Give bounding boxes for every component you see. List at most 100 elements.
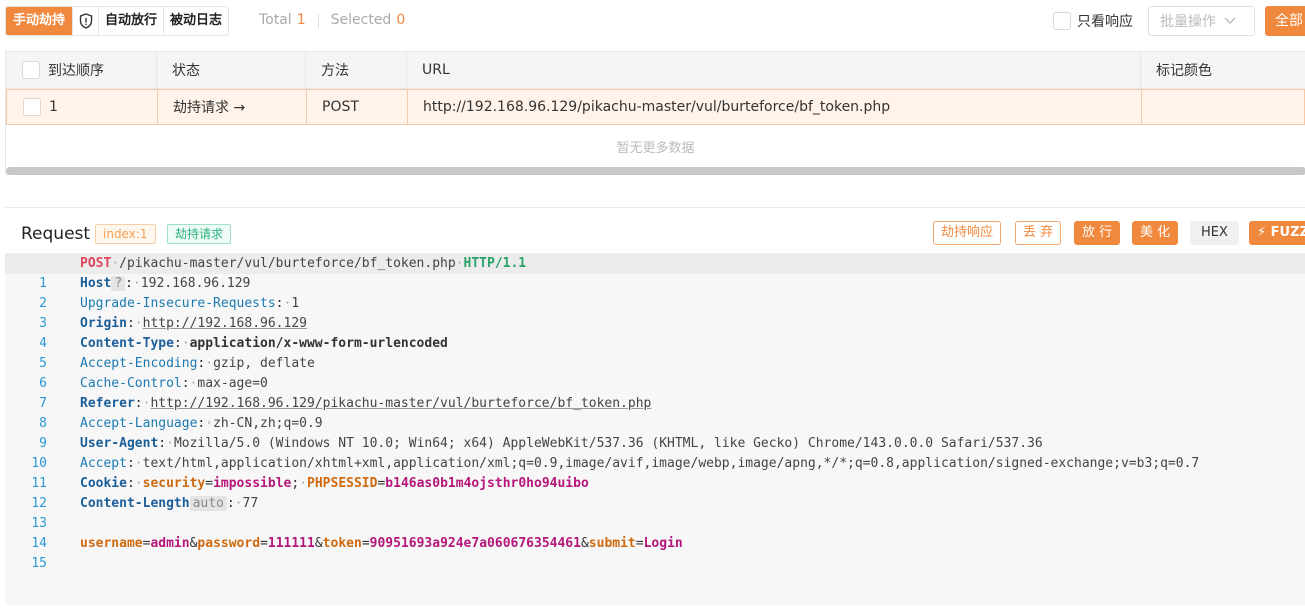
selected-count: 0 <box>396 12 406 28</box>
param-key: token <box>322 536 362 551</box>
auto-release-button[interactable]: 自动放行 <box>98 7 163 35</box>
param-value: Login <box>643 536 683 551</box>
code-line: 13 Content-Length auto:·77 <box>5 494 1305 531</box>
header-value: 77 <box>242 496 259 511</box>
passive-log-button[interactable]: 被动日志 <box>163 7 228 35</box>
only-response-label: 只看响应 <box>1077 14 1133 30</box>
code-line: 15 username=admin&password=111111&token=… <box>5 534 1305 571</box>
only-response-filter[interactable]: 只看响应 <box>1053 11 1133 31</box>
row-order: 1 <box>49 99 58 115</box>
header-key: User-Agent <box>80 436 159 451</box>
header-value-link[interactable]: http://192.168.96.129/pikachu-master/vul… <box>150 396 651 411</box>
all-button[interactable]: 全部 <box>1265 6 1305 36</box>
header-value: text/html,application/xhtml+xml,applicat… <box>142 456 1200 471</box>
code-line: 1 POST·/pikachu-master/vul/burteforce/bf… <box>5 254 1305 291</box>
code-line: 6 Accept-Encoding:·gzip, deflate <box>5 354 1305 391</box>
row-status: 劫持请求 → <box>158 90 307 124</box>
auto-pill[interactable]: auto <box>189 496 227 511</box>
code-line: 4 Origin:·http://192.168.96.129 <box>5 314 1305 351</box>
header-value: 1 <box>291 296 300 311</box>
row-checkbox[interactable] <box>23 98 41 116</box>
row-mark-color <box>1142 90 1305 124</box>
code-line: 9 Accept-Language:·zh-CN,zh;q=0.9 <box>5 414 1305 451</box>
column-header-label: 到达顺序 <box>48 63 104 79</box>
select-all-checkbox[interactable] <box>22 61 40 79</box>
request-header: Request index:1 劫持请求 劫持响应 丢 弃 放 行 美 化 HE… <box>0 215 1305 253</box>
mode-button-group: 手动劫持 自动放行 被动日志 <box>5 6 230 36</box>
header-key: Content-Type <box>80 336 174 351</box>
header-key: Origin <box>80 316 127 331</box>
header-key: Accept-Language <box>80 416 198 431</box>
param-value: 90951693a924e7a060676354461 <box>369 536 581 551</box>
param-key: username <box>80 536 143 551</box>
header-value-link[interactable]: http://192.168.96.129 <box>143 316 307 331</box>
http-version: HTTP/1.1 <box>463 256 527 271</box>
chevron-down-icon <box>1224 14 1236 28</box>
shield-icon[interactable] <box>72 7 98 35</box>
total-count: 1 <box>296 12 306 28</box>
code-line: 14 <box>5 514 1305 551</box>
header-key: Accept <box>80 456 127 471</box>
header-key: Cookie <box>80 476 127 491</box>
hint-pill[interactable]: ? <box>111 276 126 291</box>
param-key: password <box>197 536 261 551</box>
column-header-mark-color[interactable]: 标记颜色 <box>1141 52 1305 88</box>
header-key: Upgrade-Insecure-Requests <box>80 296 276 311</box>
row-method: POST <box>307 90 408 124</box>
batch-operations-label: 批量操作 <box>1160 14 1216 30</box>
header-key: Host <box>80 276 112 291</box>
request-path: /pikachu-master/vul/burteforce/bf_token.… <box>119 256 456 271</box>
table-row[interactable]: 1 劫持请求 → POST http://192.168.96.129/pika… <box>6 89 1305 125</box>
cookie-key: PHPSESSID <box>307 476 378 491</box>
fuzz-button[interactable]: ⚡ FUZZ <box>1249 221 1305 245</box>
header-value: Mozilla/5.0 (Windows NT 10.0; Win64; x64… <box>173 436 1043 451</box>
request-table: 到达顺序 状态 方法 URL 标记颜色 1 劫持请求 → POST http:/… <box>5 51 1305 175</box>
hex-button[interactable]: HEX <box>1190 221 1239 245</box>
section-divider <box>5 207 1305 208</box>
param-key: submit <box>588 536 636 551</box>
cookie-key: security <box>142 476 206 491</box>
code-line: 12 Cookie:·security=impossible;·PHPSESSI… <box>5 474 1305 511</box>
header-key: Referer <box>80 396 135 411</box>
state-tag: 劫持请求 <box>167 224 232 244</box>
table-header: 到达顺序 状态 方法 URL 标记颜色 <box>6 52 1305 89</box>
header-value: application/x-www-form-urlencoded <box>189 336 448 351</box>
code-line: 5 Content-Type:·application/x-www-form-u… <box>5 334 1305 371</box>
forward-button[interactable]: 放 行 <box>1074 221 1121 245</box>
code-line: 3 Upgrade-Insecure-Requests:·1 <box>5 294 1305 331</box>
batch-operations-select[interactable]: 批量操作 <box>1148 6 1255 36</box>
column-header-method[interactable]: 方法 <box>306 52 407 88</box>
http-method: POST <box>80 256 112 271</box>
header-key: Cache-Control <box>80 376 182 391</box>
column-header-status[interactable]: 状态 <box>157 52 306 88</box>
request-title: Request <box>21 224 91 244</box>
header-key: Accept-Encoding <box>80 356 198 371</box>
empty-text: 暂无更多数据 <box>616 141 695 156</box>
manual-hijack-button[interactable]: 手动劫持 <box>6 7 73 35</box>
only-response-checkbox[interactable] <box>1053 12 1071 30</box>
row-order-cell: 1 <box>7 90 158 124</box>
drop-button[interactable]: 丢 弃 <box>1015 221 1062 245</box>
hijack-response-button[interactable]: 劫持响应 <box>933 221 1002 245</box>
code-line: 10 User-Agent:·Mozilla/5.0 (Windows NT 1… <box>5 434 1305 471</box>
cookie-value: b146as0b1m4ojsthr0ho94uibo <box>385 476 589 491</box>
column-header-order[interactable]: 到达顺序 <box>6 52 157 88</box>
header-value: 192.168.96.129 <box>140 276 251 291</box>
row-url: http://192.168.96.129/pikachu-master/vul… <box>408 90 1142 124</box>
param-value: admin <box>150 536 190 551</box>
request-editor[interactable]: 1 POST·/pikachu-master/vul/burteforce/bf… <box>5 253 1305 605</box>
beautify-button[interactable]: 美 化 <box>1132 221 1179 245</box>
line-number: 15 <box>31 556 47 571</box>
header-key: Content-Length <box>80 496 190 511</box>
param-value: 111111 <box>267 536 315 551</box>
count-summary: Total 1 Selected 0 <box>259 12 405 28</box>
top-toolbar: 手动劫持 自动放行 被动日志 Total 1 Selected 0 只看响应 批… <box>0 0 1305 42</box>
index-tag: index:1 <box>95 224 156 244</box>
horizontal-scrollbar[interactable] <box>6 167 1305 175</box>
cookie-value: impossible <box>213 476 292 491</box>
column-header-url[interactable]: URL <box>407 52 1141 88</box>
code-line: 11 Accept:·text/html,application/xhtml+x… <box>5 454 1305 491</box>
total-label: Total <box>259 12 292 28</box>
code-line: 8 Referer:·http://192.168.96.129/pikachu… <box>5 394 1305 431</box>
code-line: 2 Host?:·192.168.96.129 <box>5 274 1305 311</box>
